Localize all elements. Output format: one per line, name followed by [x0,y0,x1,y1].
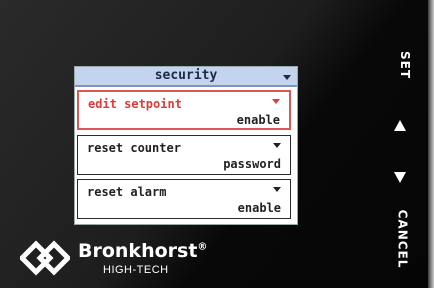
dropdown-arrow-icon[interactable] [272,99,280,104]
menu-item-edit-setpoint[interactable]: edit setpoint enable [77,90,291,130]
lcd-screen: security edit setpoint enable reset coun… [74,66,298,225]
menu-header[interactable]: security [75,67,297,87]
chevron-down-icon[interactable] [283,75,291,80]
dropdown-arrow-icon[interactable] [273,143,281,148]
bronkhorst-logo-icon [20,240,70,276]
menu-item-label: edit setpoint [88,97,182,111]
set-button[interactable]: SET [398,51,412,79]
down-arrow-button[interactable] [394,172,406,183]
menu-item-value: password [223,157,281,171]
brand-name: Bronkhorst® [78,240,207,262]
up-arrow-button[interactable] [394,120,406,131]
registered-mark: ® [197,241,208,253]
menu-item-label: reset alarm [87,185,167,199]
brand-name-text: Bronkhorst [78,240,198,262]
menu-title: security [154,68,218,83]
cancel-button[interactable]: CANCEL [395,210,409,269]
menu-item-label: reset counter [87,141,181,155]
device-edge [428,0,434,288]
menu-item-reset-alarm[interactable]: reset alarm enable [77,179,291,219]
dropdown-arrow-icon[interactable] [273,187,281,192]
menu-item-reset-counter[interactable]: reset counter password [77,135,291,175]
brand-subtitle: HIGH-TECH [103,264,169,276]
menu-item-value: enable [237,201,281,215]
menu-item-value: enable [236,113,280,127]
